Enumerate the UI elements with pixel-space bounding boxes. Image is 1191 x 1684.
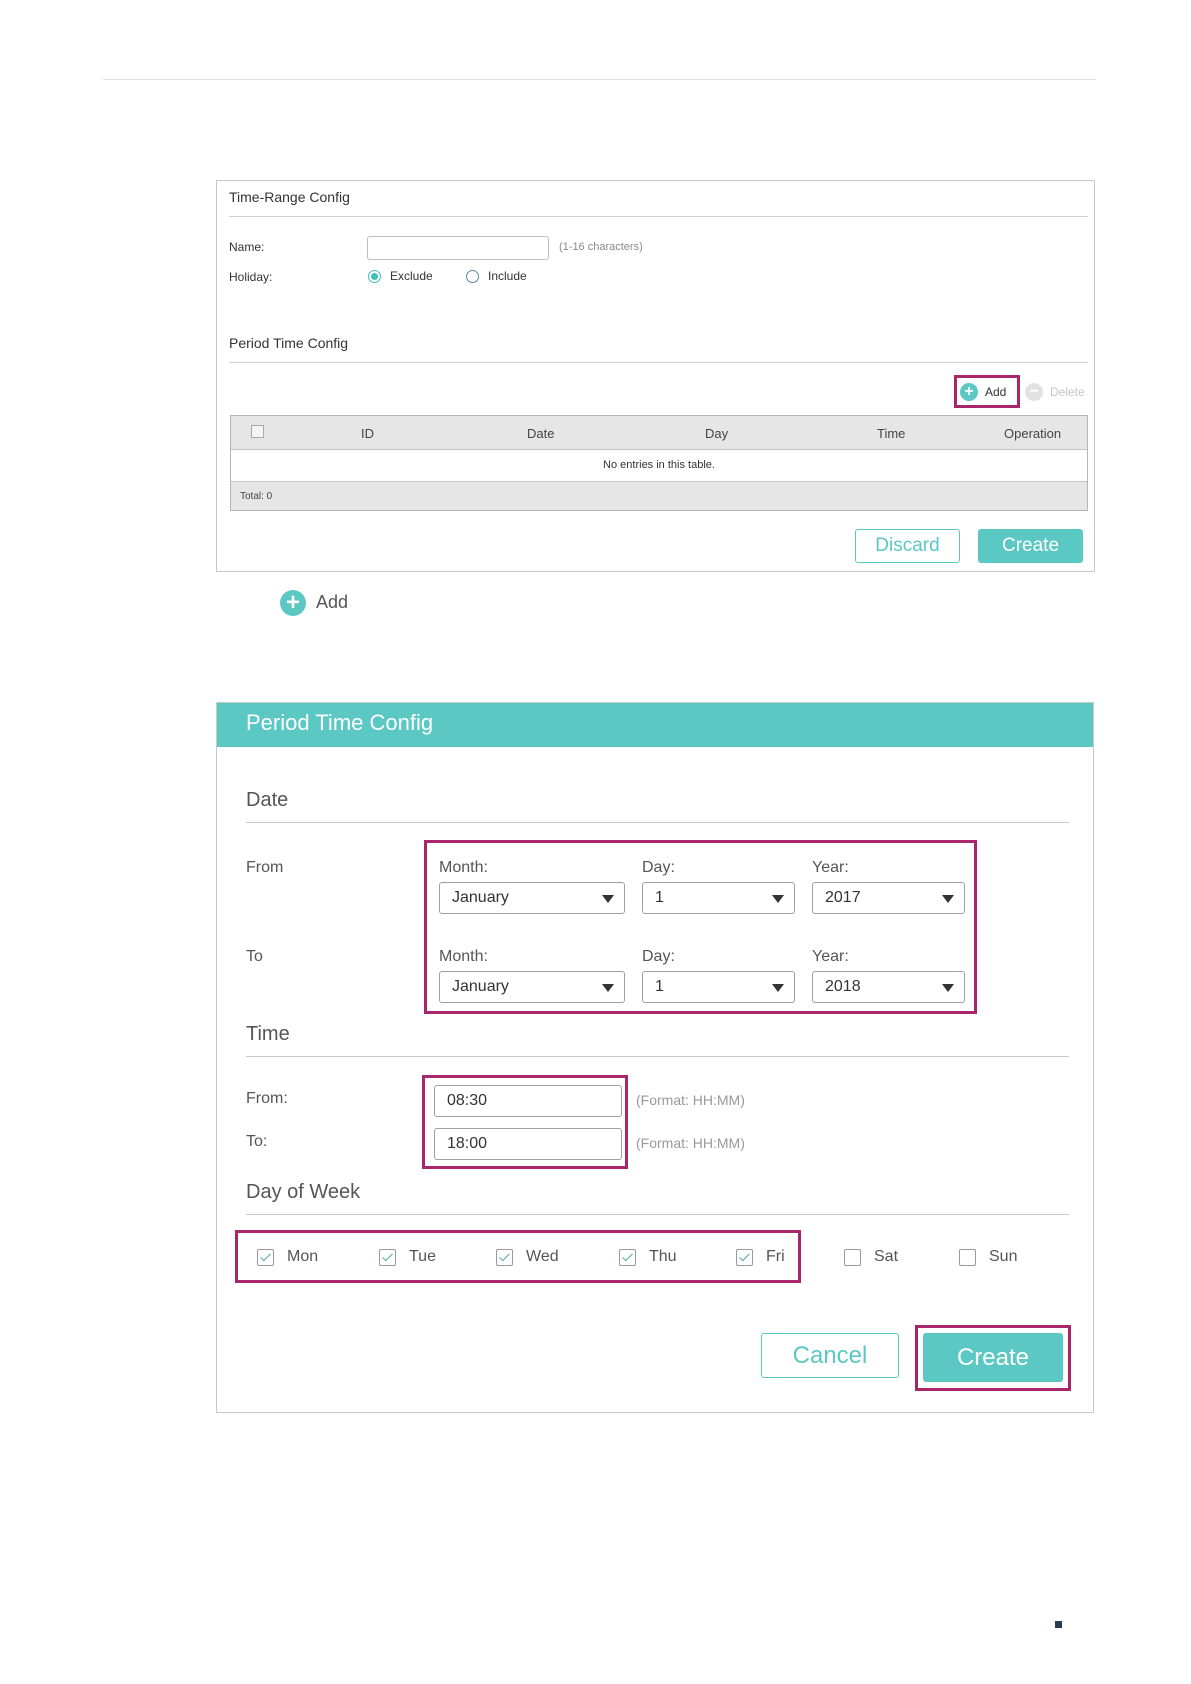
time-from-format-hint: (Format: HH:MM) xyxy=(636,1092,745,1108)
minus-circle-icon: − xyxy=(1025,383,1043,401)
time-to-format-hint: (Format: HH:MM) xyxy=(636,1135,745,1151)
to-day-value: 1 xyxy=(655,978,664,995)
to-month-label: Month: xyxy=(439,948,488,965)
wed-checkbox[interactable] xyxy=(496,1249,513,1266)
column-header-time: Time xyxy=(877,426,906,441)
period-time-config-title: Period Time Config xyxy=(229,335,349,351)
time-to-label: To: xyxy=(246,1133,268,1150)
plus-circle-icon: + xyxy=(960,383,978,401)
holiday-label: Holiday: xyxy=(229,270,273,284)
to-month-value: January xyxy=(452,978,509,995)
from-year-select[interactable]: 2017 xyxy=(812,882,965,914)
exclude-radio[interactable] xyxy=(368,270,381,283)
caret-down-icon xyxy=(602,895,614,903)
from-month-label: Month: xyxy=(439,859,488,876)
select-all-checkbox[interactable] xyxy=(251,425,264,438)
delete-button-label: Delete xyxy=(1050,385,1085,399)
sat-label: Sat xyxy=(874,1248,899,1265)
from-year-value: 2017 xyxy=(825,889,861,906)
time-from-label: From: xyxy=(246,1090,288,1107)
mon-label: Mon xyxy=(287,1248,319,1265)
tue-label: Tue xyxy=(409,1248,436,1265)
include-radio-label: Include xyxy=(488,269,527,283)
to-year-label: Year: xyxy=(812,948,849,965)
add-step-button[interactable]: + Add xyxy=(280,589,380,617)
column-header-day: Day xyxy=(705,426,729,441)
caret-down-icon xyxy=(772,984,784,992)
period-divider xyxy=(229,362,1088,363)
table-header: ID Date Day Time Operation xyxy=(231,416,1087,450)
caret-down-icon xyxy=(602,984,614,992)
fri-checkbox[interactable] xyxy=(736,1249,753,1266)
discard-button[interactable]: Discard xyxy=(855,529,960,563)
period-table: ID Date Day Time Operation No entries in… xyxy=(230,415,1088,511)
date-to-label: To xyxy=(246,948,263,965)
date-divider xyxy=(246,822,1069,823)
from-day-select[interactable]: 1 xyxy=(642,882,795,914)
time-to-input[interactable]: 18:00 xyxy=(434,1128,622,1160)
exclude-radio-label: Exclude xyxy=(390,269,433,283)
column-header-operation: Operation xyxy=(1004,426,1062,441)
page-corner-mark xyxy=(1055,1621,1062,1628)
add-step-label: Add xyxy=(316,592,349,612)
add-button[interactable]: + Add xyxy=(959,382,1015,402)
time-from-input[interactable]: 08:30 xyxy=(434,1085,622,1117)
name-label: Name: xyxy=(229,240,265,254)
delete-button[interactable]: − Delete xyxy=(1024,382,1092,402)
thu-checkbox[interactable] xyxy=(619,1249,636,1266)
caret-down-icon xyxy=(772,895,784,903)
create-button[interactable]: Create xyxy=(923,1333,1063,1382)
mon-checkbox[interactable] xyxy=(257,1249,274,1266)
to-day-label: Day: xyxy=(642,948,675,965)
column-header-date: Date xyxy=(527,426,555,441)
date-from-label: From xyxy=(246,859,284,876)
cancel-button[interactable]: Cancel xyxy=(761,1333,899,1378)
to-year-value: 2018 xyxy=(825,978,861,995)
plus-circle-icon: + xyxy=(280,590,306,616)
fri-label: Fri xyxy=(766,1248,785,1265)
create-button[interactable]: Create xyxy=(978,529,1083,563)
page-top-rule xyxy=(103,79,1096,80)
include-radio[interactable] xyxy=(466,270,479,283)
name-input[interactable] xyxy=(367,236,549,260)
caret-down-icon xyxy=(942,895,954,903)
add-button-label: Add xyxy=(985,385,1007,399)
panel-title: Time-Range Config xyxy=(229,189,350,205)
from-month-value: January xyxy=(452,889,509,906)
from-day-value: 1 xyxy=(655,889,664,906)
dialog-title: Period Time Config xyxy=(217,703,1093,747)
to-year-select[interactable]: 2018 xyxy=(812,971,965,1003)
time-section-title: Time xyxy=(246,1023,290,1045)
from-day-label: Day: xyxy=(642,859,675,876)
wed-label: Wed xyxy=(526,1248,559,1265)
table-total: Total: 0 xyxy=(231,481,1087,510)
name-hint: (1-16 characters) xyxy=(559,241,643,253)
to-month-select[interactable]: January xyxy=(439,971,625,1003)
caret-down-icon xyxy=(942,984,954,992)
sat-checkbox[interactable] xyxy=(844,1249,861,1266)
from-year-label: Year: xyxy=(812,859,849,876)
title-divider xyxy=(229,216,1088,217)
to-day-select[interactable]: 1 xyxy=(642,971,795,1003)
table-empty-message: No entries in this table. xyxy=(231,450,1087,481)
day-of-week-section-title: Day of Week xyxy=(246,1181,361,1203)
weekdays-highlight-box xyxy=(235,1230,801,1283)
tue-checkbox[interactable] xyxy=(379,1249,396,1266)
sun-label: Sun xyxy=(989,1248,1018,1265)
thu-label: Thu xyxy=(649,1248,677,1265)
period-time-config-dialog: Period Time Config Date From To Month: J… xyxy=(216,702,1094,1413)
day-of-week-divider xyxy=(246,1214,1069,1215)
time-divider xyxy=(246,1056,1069,1057)
sun-checkbox[interactable] xyxy=(959,1249,976,1266)
from-month-select[interactable]: January xyxy=(439,882,625,914)
time-range-config-panel: Time-Range Config Name: (1-16 characters… xyxy=(216,180,1095,572)
column-header-id: ID xyxy=(361,426,374,441)
date-section-title: Date xyxy=(246,789,289,811)
